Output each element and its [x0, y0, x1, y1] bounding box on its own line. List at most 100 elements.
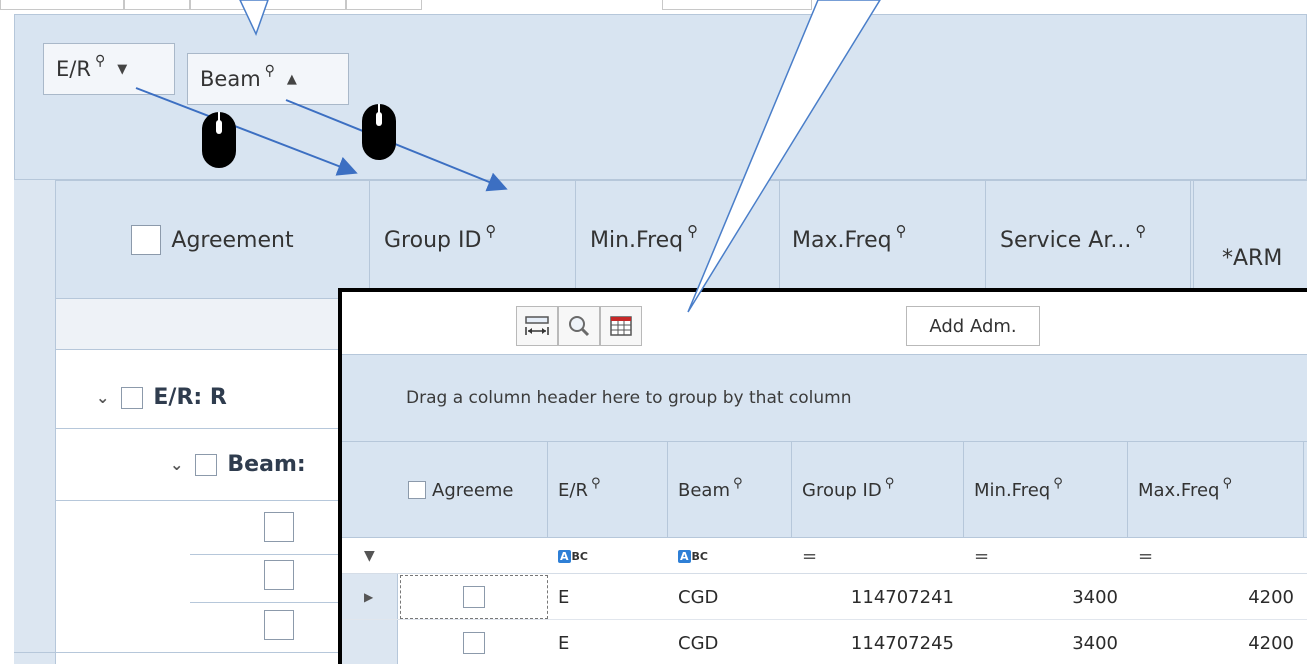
header-agreement[interactable]: Agreement	[56, 181, 370, 299]
current-row-indicator-icon: ▶	[364, 590, 374, 604]
group-row-label: Beam:	[227, 452, 306, 477]
cell-group-id[interactable]: 114707245	[792, 620, 964, 664]
add-adm-button[interactable]: Add Adm.	[906, 306, 1040, 346]
equals-icon[interactable]: =	[974, 546, 989, 567]
group-by-panel[interactable]: Drag a column header here to group by th…	[342, 354, 1307, 442]
group-panel-hint: Drag a column header here to group by th…	[406, 388, 852, 408]
filter-icon[interactable]: ⚲	[95, 53, 105, 69]
cell-beam[interactable]: CGD	[678, 620, 792, 664]
header-group-id[interactable]: Group ID ⚲	[370, 181, 576, 299]
header-max-freq[interactable]: Max.Freq ⚲	[1128, 442, 1304, 538]
header-label: Max.Freq	[1138, 479, 1220, 501]
toolbar-button[interactable]	[0, 0, 124, 10]
top-toolbar-strip	[0, 0, 1307, 14]
toolbar-button[interactable]	[124, 0, 190, 10]
row-checkbox[interactable]	[463, 586, 485, 608]
row-checkbox[interactable]	[463, 632, 485, 654]
row-checkbox[interactable]	[264, 610, 294, 640]
header-label: Group ID	[802, 479, 882, 501]
cell-min-freq[interactable]: 3400	[964, 620, 1128, 664]
group-checkbox[interactable]	[121, 386, 144, 409]
group-checkbox[interactable]	[195, 453, 218, 476]
filter-icon[interactable]: ⚲	[885, 476, 895, 491]
header-label: Group ID	[384, 227, 482, 253]
cell-agreement[interactable]	[400, 575, 548, 619]
filter-icon[interactable]: ⚲	[591, 476, 601, 491]
header-label: *ARM	[1222, 245, 1283, 271]
header-service-area[interactable]: Service Ar... ⚲	[986, 181, 1194, 299]
row-divider	[56, 500, 338, 501]
filter-cell-beam[interactable]: A BC	[668, 538, 792, 574]
toolbar-button[interactable]	[190, 0, 346, 10]
filter-icon[interactable]: ⚲	[1222, 476, 1232, 491]
header-label: E/R	[558, 479, 588, 501]
abc-icon[interactable]: A BC	[678, 549, 708, 563]
filter-icon[interactable]: ⚲	[687, 222, 698, 240]
group-chip-beam[interactable]: Beam ⚲ ▲	[187, 53, 349, 105]
filter-icon[interactable]: ⚲	[1135, 222, 1146, 240]
header-beam[interactable]: Beam ⚲	[668, 442, 792, 538]
chevron-down-icon[interactable]: ⌄	[170, 455, 183, 474]
header-arm[interactable]: *ARM	[1194, 181, 1307, 299]
group-chip-label: Beam	[200, 67, 261, 91]
column-fit-button[interactable]	[516, 306, 558, 346]
header-label: Agreeme	[432, 479, 514, 501]
cell-agreement[interactable]	[400, 620, 548, 664]
select-all-checkbox[interactable]	[408, 481, 426, 499]
row-indicator-column	[14, 180, 56, 664]
grid-window-overlay: Add Adm. Drag a column header here to gr…	[338, 288, 1307, 664]
column-chooser-icon	[610, 316, 632, 336]
toolbar-button[interactable]	[346, 0, 422, 10]
equals-icon[interactable]: =	[1138, 546, 1153, 567]
cell-er[interactable]: E	[558, 574, 668, 620]
column-header-row: Agreeme E/R ⚲ Beam ⚲ Group ID ⚲ Min.Freq…	[342, 442, 1307, 538]
filter-icon[interactable]: ⚲	[733, 476, 743, 491]
search-icon	[569, 316, 590, 337]
cell-er[interactable]: E	[558, 620, 668, 664]
header-min-freq[interactable]: Min.Freq ⚲	[576, 181, 780, 299]
header-group-id[interactable]: Group ID ⚲	[792, 442, 964, 538]
header-max-freq[interactable]: Max.Freq ⚲	[780, 181, 986, 299]
filter-cell-er[interactable]: A BC	[548, 538, 668, 574]
header-er[interactable]: E/R ⚲	[548, 442, 668, 538]
group-chip-er[interactable]: E/R ⚲ ▼	[43, 43, 175, 95]
cell-beam[interactable]: CGD	[678, 574, 792, 620]
search-button[interactable]	[558, 306, 600, 346]
toolbar-button[interactable]	[662, 0, 812, 10]
row-checkbox[interactable]	[264, 512, 294, 542]
header-label: Beam	[678, 479, 730, 501]
row-checkbox[interactable]	[264, 560, 294, 590]
table-row[interactable]: E CGD 114707245 3400 4200	[342, 620, 1307, 664]
group-by-panel[interactable]: E/R ⚲ ▼ Beam ⚲ ▲	[14, 14, 1307, 180]
column-chooser-button[interactable]	[600, 306, 642, 346]
equals-icon[interactable]: =	[802, 546, 817, 567]
table-row[interactable]: ▶ E CGD 114707241 3400 4200	[342, 574, 1307, 620]
column-header-row: Agreement Group ID ⚲ Min.Freq ⚲ Max.Freq…	[14, 180, 1307, 299]
filter-icon[interactable]: ⚲	[1053, 476, 1063, 491]
cell-max-freq[interactable]: 4200	[1128, 574, 1304, 620]
header-label: Service Ar...	[1000, 227, 1132, 253]
header-agreement[interactable]: Agreeme	[398, 442, 548, 538]
cell-min-freq[interactable]: 3400	[964, 574, 1128, 620]
header-label: Min.Freq	[974, 479, 1051, 501]
filter-icon[interactable]: ⚲	[896, 222, 907, 240]
select-all-checkbox[interactable]	[131, 225, 162, 255]
sort-asc-icon[interactable]: ▲	[287, 72, 297, 87]
row-divider	[14, 652, 338, 653]
filter-cell-max-freq[interactable]: =	[1128, 538, 1304, 574]
group-chip-label: E/R	[56, 57, 91, 81]
cell-group-id[interactable]: 114707241	[792, 574, 964, 620]
header-label: Max.Freq	[792, 227, 892, 253]
filter-icon[interactable]: ⚲	[265, 63, 275, 79]
header-min-freq[interactable]: Min.Freq ⚲	[964, 442, 1128, 538]
chevron-down-icon[interactable]: ⌄	[96, 388, 109, 407]
abc-icon[interactable]: A BC	[558, 549, 588, 563]
cell-max-freq[interactable]: 4200	[1128, 620, 1304, 664]
filter-row: ▼ A BC A BC = = =	[342, 538, 1307, 574]
sort-desc-icon[interactable]: ▼	[117, 62, 127, 77]
filter-cell-group-id[interactable]: =	[792, 538, 964, 574]
row-divider	[190, 554, 338, 555]
group-row-label: E/R: R	[153, 385, 227, 410]
filter-icon[interactable]: ⚲	[485, 222, 496, 240]
filter-cell-min-freq[interactable]: =	[964, 538, 1128, 574]
